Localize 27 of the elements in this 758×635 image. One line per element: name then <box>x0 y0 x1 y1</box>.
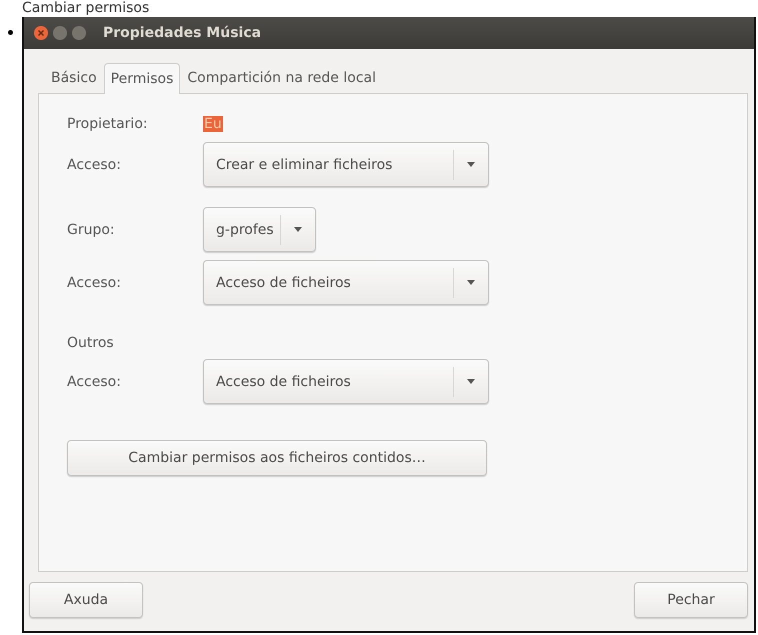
apply-permissions-button[interactable]: Cambiar permisos aos ficheiros contidos… <box>67 440 487 476</box>
owner-value: Eu <box>203 116 223 132</box>
close-button[interactable]: Pechar <box>634 582 748 618</box>
tab[interactable]: Permisos <box>104 63 180 94</box>
page-heading: Cambiar permisos <box>21 0 150 17</box>
tab[interactable]: Compartición na rede local <box>180 63 383 93</box>
caret-icon <box>294 227 302 232</box>
field-label: Grupo: <box>67 222 116 238</box>
field-label: Acceso: <box>67 156 122 172</box>
tab[interactable]: Básico <box>44 63 104 93</box>
access-dropdown[interactable]: Acceso de ficheiros <box>203 359 489 404</box>
caret-icon <box>467 280 475 285</box>
field-label: Acceso: <box>67 374 122 390</box>
field-label: Propietario: <box>67 116 149 132</box>
access-dropdown[interactable]: Crear e eliminar ficheiros <box>203 142 489 187</box>
caret-icon <box>467 379 475 384</box>
field-label: Acceso: <box>67 274 122 290</box>
close-icon[interactable] <box>34 26 48 40</box>
maximize-icon[interactable] <box>72 26 86 40</box>
section-heading: Outros <box>67 335 115 351</box>
group-dropdown[interactable]: g-profes <box>203 207 316 252</box>
window-title: Propiedades Música <box>103 25 262 41</box>
access-dropdown[interactable]: Acceso de ficheiros <box>203 260 489 305</box>
caret-icon <box>467 162 475 167</box>
bullet-icon <box>8 30 13 35</box>
help-button[interactable]: Axuda <box>29 582 143 618</box>
minimize-icon[interactable] <box>53 26 67 40</box>
